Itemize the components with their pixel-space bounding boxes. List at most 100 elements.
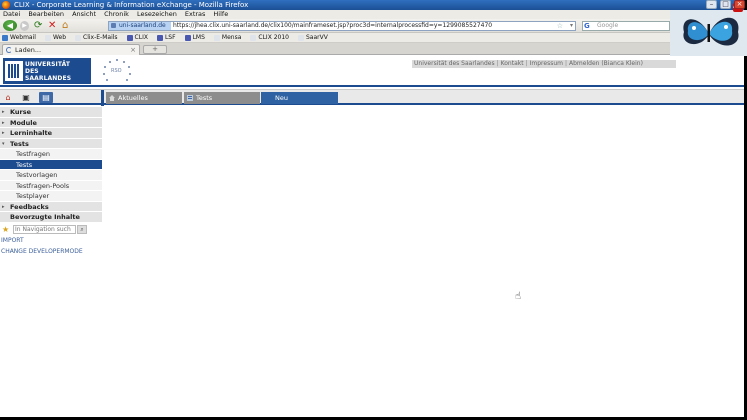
- tab-aktuelles-label: Aktuelles: [118, 94, 148, 102]
- page-icon: [297, 34, 304, 41]
- sidebar-item-testplayer[interactable]: Testplayer: [0, 191, 102, 202]
- header-divider: [0, 85, 747, 87]
- lms-icon: [184, 34, 191, 41]
- bookmark-saarvv[interactable]: SaarVV: [297, 33, 328, 42]
- bookmark-star-icon[interactable]: ☆: [557, 22, 563, 30]
- window-controls: – □ ×: [706, 0, 745, 9]
- sidebar-item-feedbacks[interactable]: ▸ Feedbacks: [0, 201, 102, 213]
- bookmark-label: CLIX: [134, 33, 148, 41]
- sidebar-navigation: ▸ Kurse ▸ Module ▸ Lerninhalte ▾ Tests Testfrage…: [0, 107, 102, 420]
- home-icon: [109, 95, 115, 101]
- close-button[interactable]: ×: [734, 0, 745, 9]
- tab-tests[interactable]: Tests: [184, 92, 260, 104]
- bookmark-lsf[interactable]: LSF: [156, 33, 176, 42]
- mail-icon: [2, 34, 8, 41]
- tab-label: Laden...: [15, 46, 42, 54]
- main-content-area: [104, 107, 747, 420]
- bookmark-label: Mensa: [221, 33, 242, 41]
- search-icon[interactable]: ⌕: [77, 224, 87, 234]
- tab-tests-label: Tests: [196, 94, 213, 102]
- bookmark-mensa[interactable]: Mensa: [213, 33, 242, 42]
- content-manager-icon[interactable]: ▤: [39, 92, 53, 103]
- new-tab-button[interactable]: +: [143, 45, 167, 54]
- site-identity-label: uni-saarland.de: [119, 22, 166, 29]
- menu-lesezeichen[interactable]: Lesezeichen: [137, 10, 177, 19]
- sidebar-item-label: Feedbacks: [10, 202, 49, 211]
- url-text[interactable]: https://jhea.clix.uni-saarland.de/clix10…: [173, 22, 492, 30]
- home-icon[interactable]: ⌂: [2, 92, 14, 103]
- tab-neu[interactable]: Neu: [261, 92, 338, 104]
- sidebar-item-tests[interactable]: Tests: [0, 159, 102, 170]
- forward-button[interactable]: ▶: [20, 21, 29, 31]
- minimize-button[interactable]: –: [706, 0, 717, 9]
- bookmark-clix[interactable]: CLIX: [126, 33, 148, 42]
- sidebar-link-import[interactable]: IMPORT: [0, 235, 102, 246]
- chevron-right-icon[interactable]: ▸: [2, 128, 5, 139]
- reload-icon[interactable]: ⟳: [34, 21, 42, 31]
- search-box[interactable]: G Google: [582, 21, 670, 31]
- topnav-separator: |: [564, 60, 568, 67]
- chevron-down-icon[interactable]: ▾: [570, 22, 573, 30]
- bookmark-web[interactable]: Web: [44, 33, 67, 42]
- title-bar: CLIX - Corporate Learning & Information …: [0, 0, 747, 10]
- lock-icon: [111, 23, 116, 28]
- menu-bearbeiten[interactable]: Bearbeiten: [28, 10, 64, 19]
- desk-icon[interactable]: ▣: [20, 92, 32, 103]
- sidebar-item-testvorlagen[interactable]: Testvorlagen: [0, 170, 102, 181]
- topnav-impressum[interactable]: Impressum: [530, 60, 563, 67]
- sidebar-item-label: Tests: [16, 160, 33, 169]
- bookmark-clix-2010[interactable]: CLIX 2010: [250, 33, 289, 42]
- topnav-abmelden[interactable]: Abmelden (Bianca Klein): [569, 60, 643, 67]
- sidebar-divider: [101, 90, 104, 106]
- bookmark-clix-e-mails[interactable]: Clix-E-Mails: [75, 33, 118, 42]
- topnav-kontakt[interactable]: Kontakt: [501, 60, 524, 67]
- menu-extras[interactable]: Extras: [185, 10, 206, 19]
- address-bar[interactable]: uni-saarland.de https://jhea.clix.uni-sa…: [108, 21, 576, 31]
- menu-ansicht[interactable]: Ansicht: [72, 10, 96, 19]
- search-placeholder: Google: [597, 22, 619, 29]
- bookmark-webmail[interactable]: Webmail: [2, 33, 36, 42]
- close-tab-icon[interactable]: ×: [130, 45, 136, 55]
- chevron-right-icon[interactable]: ▸: [2, 118, 5, 129]
- loading-spinner-icon: [6, 47, 12, 53]
- chevron-right-icon[interactable]: ▸: [2, 107, 5, 118]
- sidebar-item-lerninhalte[interactable]: ▸ Lerninhalte: [0, 128, 102, 139]
- chevron-right-icon[interactable]: ▸: [2, 202, 5, 213]
- bookmarks-toolbar: Webmail Web Clix-E-Mails CLIX LSF LMS Mensa CLI…: [0, 33, 747, 43]
- sidebar-item-bevorzugte-inhalte[interactable]: Bevorzugte Inhalte: [0, 212, 102, 223]
- navigation-search-input[interactable]: [13, 224, 76, 234]
- favorites-star-icon[interactable]: ★: [2, 225, 9, 234]
- sidebar-item-module[interactable]: ▸ Module: [0, 117, 102, 129]
- sidebar-item-tests[interactable]: ▾ Tests: [0, 138, 102, 150]
- menu-chronik[interactable]: Chronik: [104, 10, 129, 19]
- hand-cursor-icon: ☝: [515, 291, 522, 302]
- back-button[interactable]: ◀: [3, 20, 17, 31]
- window-title: CLIX - Corporate Learning & Information …: [14, 1, 249, 9]
- menu-datei[interactable]: Datei: [3, 10, 20, 19]
- bookmark-label: Web: [52, 33, 67, 41]
- menu-hilfe[interactable]: Hilfe: [213, 10, 228, 19]
- university-logo[interactable]: UNIVERSITÄT DES SAARLANDES: [3, 58, 91, 84]
- tab-aktuelles[interactable]: Aktuelles: [106, 92, 182, 104]
- site-identity-button[interactable]: uni-saarland.de: [109, 22, 171, 30]
- bookmark-label: CLIX 2010: [258, 33, 289, 41]
- sidebar-link-change-developermode[interactable]: CHANGE DEVELOPERMODE: [0, 246, 102, 257]
- sidebar-item-label: Kurse: [10, 108, 32, 116]
- sidebar-item-kurse[interactable]: ▸ Kurse: [0, 107, 102, 118]
- maximize-button[interactable]: □: [720, 0, 731, 9]
- tab-strip: Laden... × +: [0, 43, 747, 55]
- bookmark-lms[interactable]: LMS: [184, 33, 205, 42]
- sidebar-item-testfragen-pools[interactable]: Testfragen-Pools: [0, 180, 102, 191]
- sidebar-item-testfragen[interactable]: Testfragen: [0, 149, 102, 160]
- logo-line-2: DES: [25, 68, 39, 75]
- sidebar-item-label: Testplayer: [16, 192, 50, 200]
- google-icon[interactable]: G: [584, 22, 590, 30]
- chevron-down-icon[interactable]: ▾: [2, 139, 5, 150]
- stop-icon[interactable]: ✕: [48, 21, 56, 31]
- topnav-separator: |: [496, 60, 499, 67]
- page-icon: [250, 34, 257, 41]
- home-icon[interactable]: ⌂: [62, 21, 68, 31]
- topnav-university[interactable]: Universität des Saarlandes: [414, 60, 495, 67]
- browser-tab-active[interactable]: Laden... ×: [2, 44, 140, 55]
- sidebar-item-label: Testfragen-Pools: [16, 181, 70, 190]
